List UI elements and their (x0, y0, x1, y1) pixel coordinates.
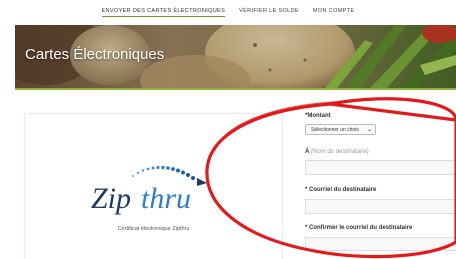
logo-word-zip: Zip (91, 182, 131, 215)
recipient-label: À (Nom du destinataire) (305, 149, 369, 155)
recipient-email-field[interactable] (305, 199, 456, 214)
recipient-email-label: * Courriel du destinataire (305, 187, 377, 193)
recipient-label-text: À (305, 149, 310, 155)
recipient-name-field[interactable] (305, 160, 456, 175)
zipthru-logo: Zip thru (91, 165, 207, 215)
page-title: Cartes Électroniques (25, 46, 165, 63)
nav-send-ecards[interactable]: ENVOYER DES CARTES ÉLECTRONIQUES (101, 8, 226, 17)
nav-my-account[interactable]: MON COMPTE (313, 8, 355, 16)
chevron-down-icon: ⌄ (366, 127, 372, 133)
page: ENVOYER DES CARTES ÉLECTRONIQUES VÉRIFIE… (0, 0, 456, 259)
confirm-email-label: * Confirmer le courriel du destinataire (305, 225, 413, 231)
recipient-hint: (Nom du destinataire) (311, 149, 369, 155)
ecard-preview: Zip thru Certificat électronique Zipthru (24, 113, 283, 259)
confirm-email-field[interactable] (305, 237, 456, 251)
logo-word-thru: thru (141, 182, 191, 215)
amount-select[interactable]: Sélectionner un choix ⌄ (305, 124, 376, 135)
amount-select-value: Sélectionner un choix (311, 127, 359, 133)
certificate-caption: Certificat électronique Zipthru (117, 226, 190, 232)
hero-banner: Cartes Électroniques (15, 25, 456, 88)
hero-accent-line (15, 88, 456, 90)
amount-label: *Montant (305, 113, 331, 119)
top-navigation: ENVOYER DES CARTES ÉLECTRONIQUES VÉRIFIE… (0, 0, 456, 24)
nav-check-balance[interactable]: VÉRIFIER LE SOLDE (239, 8, 299, 16)
